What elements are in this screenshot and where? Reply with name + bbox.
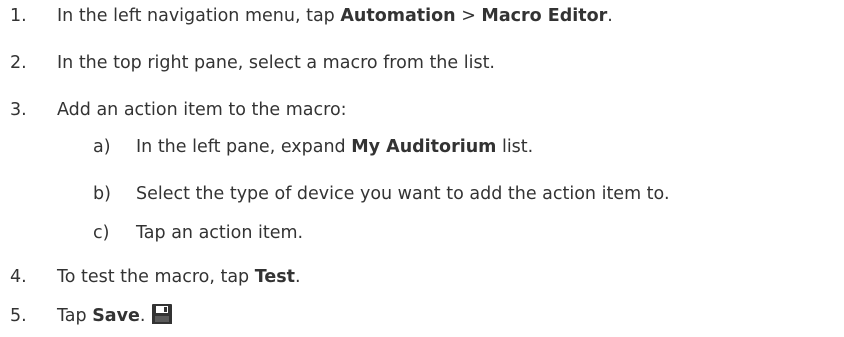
substep-letter: a) — [93, 137, 111, 157]
step-number: 3. — [10, 100, 27, 120]
step-text: In the left navigation menu, tap Automat… — [57, 6, 613, 26]
step-number: 1. — [10, 6, 27, 26]
step-number: 2. — [10, 53, 27, 73]
menu-macro-editor: Macro Editor — [481, 6, 608, 26]
step-text: To test the macro, tap Test. — [57, 267, 301, 287]
step-text: Tap Save. — [57, 304, 173, 327]
substep-text: Tap an action item. — [136, 223, 304, 243]
step-text: In the top right pane, select a macro fr… — [57, 53, 495, 73]
save-label: Save — [92, 306, 140, 326]
save-icon — [152, 304, 173, 324]
substep-text: Select the type of device you want to ad… — [136, 184, 670, 204]
step-text: Add an action item to the macro: — [57, 100, 347, 120]
step-number: 5. — [10, 306, 27, 326]
my-auditorium-label: My Auditorium — [351, 137, 497, 157]
step-number: 4. — [10, 267, 27, 287]
substep-letter: b) — [93, 184, 111, 204]
test-label: Test — [254, 267, 295, 287]
menu-automation: Automation — [340, 6, 456, 26]
substep-text: In the left pane, expand My Auditorium l… — [136, 137, 534, 157]
substep-letter: c) — [93, 223, 110, 243]
